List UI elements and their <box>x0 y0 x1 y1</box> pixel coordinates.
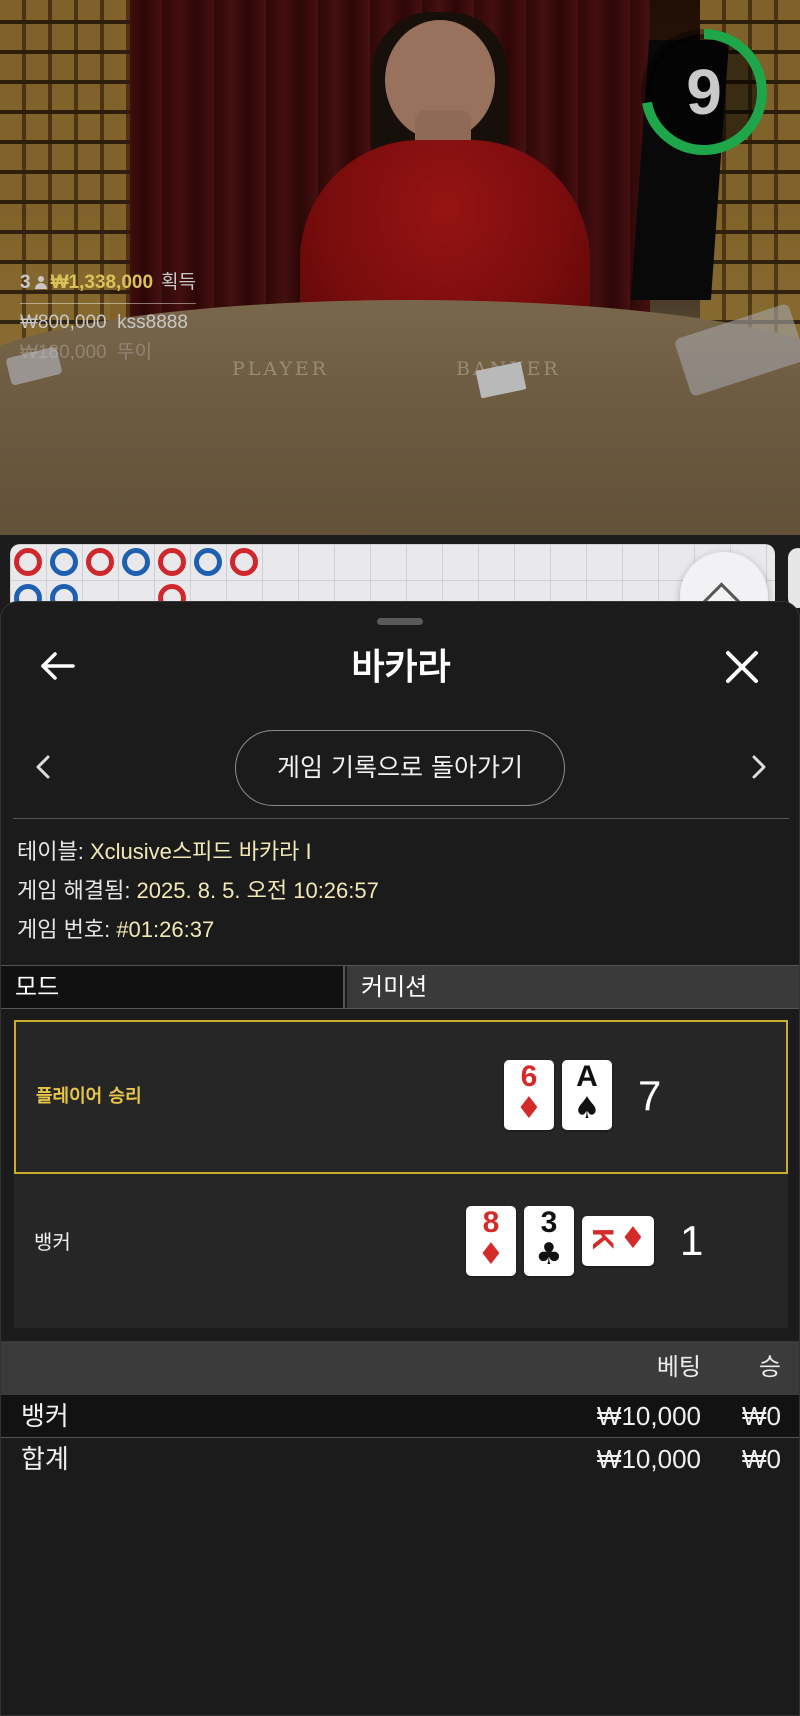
countdown-value: 9 <box>686 56 722 128</box>
mode-bar: 모드 커미션 <box>1 965 799 1009</box>
win-amount: ₩0 <box>742 1444 781 1474</box>
player-total: 7 <box>638 1072 662 1119</box>
win-column-header: 승 <box>758 1354 781 1381</box>
close-button[interactable] <box>721 646 763 688</box>
roadmap-player-mark <box>194 548 222 576</box>
winners-total-amount: ₩1,338,000 <box>50 272 154 293</box>
winners-summary: 3 ₩1,338,000 획득 <box>20 264 197 304</box>
banker-result-label: 뱅커 <box>34 1230 71 1254</box>
game-history-sheet: 바카라 게임 기록으로 돌아가기 테이블: Xclusive스피드 바카라 I … <box>0 601 800 1716</box>
resolved-label: 게임 해결됨: <box>17 878 137 903</box>
winners-panel: 3 ₩1,338,000 획득 ₩800,000 kss8888 ₩180,00… <box>20 264 197 361</box>
bet-column-header: 베팅 <box>656 1354 701 1381</box>
bet-name: 합계 <box>21 1444 69 1474</box>
playing-card: 3 ♣ <box>524 1206 574 1276</box>
roadmap-banker-mark <box>14 548 42 576</box>
table-info: 테이블: Xclusive스피드 바카라 I <box>17 836 312 868</box>
playing-card: 8 ♦ <box>466 1206 516 1276</box>
card-rank: A <box>576 1060 598 1093</box>
winners-count: 3 <box>20 272 31 293</box>
card-rank: 6 <box>520 1060 538 1093</box>
player-hand-row: 플레이어 승리 6 ♦ A ♠ 7 <box>14 1020 788 1174</box>
divider <box>13 818 789 819</box>
playing-card-sideways: K ♦ <box>582 1216 654 1266</box>
mode-label: 모드 <box>1 966 345 1008</box>
playing-card: A ♠ <box>562 1060 612 1130</box>
card-rank: 8 <box>482 1206 500 1239</box>
round-outcome: 플레이어 승리 6 ♦ A ♠ 7 뱅커 8 ♦ 3 ♣ K ♦ 1 <box>14 1020 788 1328</box>
diamond-suit-icon: ♦ <box>477 1237 505 1272</box>
diamond-suit-icon: ♦ <box>619 1221 647 1256</box>
game-number-value: #01:26:37 <box>116 917 215 942</box>
banker-hand-row: 뱅커 8 ♦ 3 ♣ K ♦ 1 <box>14 1176 788 1328</box>
bets-table-header: 베팅 승 <box>1 1341 799 1395</box>
game-number-label: 게임 번호: <box>17 917 117 942</box>
card-rank: 3 <box>540 1206 558 1239</box>
playing-card: 6 ♦ <box>504 1060 554 1130</box>
bet-amount: ₩10,000 <box>596 1444 701 1474</box>
winner-row: ₩800,000 kss8888 <box>20 312 188 333</box>
winners-suffix: 획득 <box>161 272 197 293</box>
table-value: Xclusive스피드 바카라 I <box>89 839 312 864</box>
banker-cards: 8 ♦ 3 ♣ K ♦ <box>466 1206 654 1276</box>
card-rank: K <box>586 1228 619 1250</box>
resolved-info: 게임 해결됨: 2025. 8. 5. 오전 10:26:57 <box>17 875 379 907</box>
spade-suit-icon: ♠ <box>573 1091 601 1126</box>
player-result-label: 플레이어 승리 <box>36 1086 142 1107</box>
win-amount: ₩0 <box>742 1401 781 1431</box>
player-cards: 6 ♦ A ♠ <box>504 1060 612 1130</box>
roadmap-banker-mark <box>158 548 186 576</box>
live-video-stream: PLAYER BANKER 3 ₩1,338,000 획득 ₩800,000 k… <box>0 0 800 535</box>
diamond-suit-icon: ♦ <box>515 1091 543 1126</box>
roadmap-player-mark <box>50 548 78 576</box>
countdown-timer: 9 <box>638 26 770 158</box>
roadmap-banker-mark <box>230 548 258 576</box>
roadmap-banker-mark <box>86 548 114 576</box>
close-icon <box>726 651 758 683</box>
roadmap-side-panel <box>788 548 800 608</box>
roadmap-player-mark <box>122 548 150 576</box>
back-to-history-button[interactable]: 게임 기록으로 돌아가기 <box>235 730 565 806</box>
club-suit-icon: ♣ <box>535 1237 563 1272</box>
table-label: 테이블: <box>17 839 90 864</box>
table-row-total: 합계 ₩10,000 ₩0 <box>1 1438 799 1480</box>
bet-name: 뱅커 <box>21 1401 69 1431</box>
next-game-button[interactable] <box>745 752 771 782</box>
person-icon <box>34 275 47 290</box>
table-row: 뱅커 ₩10,000 ₩0 <box>1 1395 799 1438</box>
chevron-left-icon <box>36 755 50 779</box>
sheet-title: 바카라 <box>351 647 451 688</box>
mode-value: 커미션 <box>347 966 799 1008</box>
chevron-right-icon <box>752 755 766 779</box>
game-number-info: 게임 번호: #01:26:37 <box>17 914 214 946</box>
resolved-value: 2025. 8. 5. 오전 10:26:57 <box>136 878 379 903</box>
sheet-drag-handle[interactable] <box>377 618 423 625</box>
previous-game-button[interactable] <box>31 752 57 782</box>
bet-amount: ₩10,000 <box>596 1401 701 1431</box>
winner-row: ₩180,000 뚜이 <box>20 342 153 361</box>
banker-total: 1 <box>680 1217 704 1264</box>
